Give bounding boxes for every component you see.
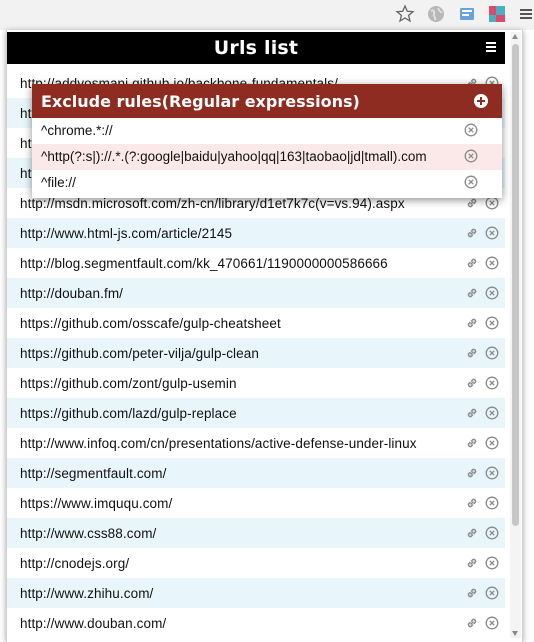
rules-list: ^chrome.*:// ^http(?:s|)://.*.(?:google|b… — [32, 118, 502, 196]
url-link[interactable]: http://www.css88.com/ — [20, 526, 156, 541]
link-icon[interactable] — [465, 496, 479, 510]
url-row: https://github.com/lazd/gulp-replace — [7, 398, 505, 428]
rules-header: Exclude rules(Regular expressions) — [32, 84, 502, 118]
remove-url-icon[interactable] — [485, 376, 499, 390]
url-row: http://cnodejs.org/ — [7, 548, 505, 578]
exclude-rules-panel: Exclude rules(Regular expressions) ^chro… — [32, 84, 502, 198]
popup-header: Urls list — [7, 32, 505, 64]
url-link[interactable]: http://blog.segmentfault.com/kk_470661/1… — [20, 256, 388, 271]
scrollbar-thumb[interactable] — [512, 44, 519, 526]
url-row: https://github.com/zont/gulp-usemin — [7, 368, 505, 398]
url-link[interactable]: http://segmentfault.com/ — [20, 466, 166, 481]
link-icon[interactable] — [465, 616, 479, 630]
scrollbar[interactable] — [510, 32, 521, 638]
remove-url-icon[interactable] — [485, 556, 499, 570]
remove-url-icon[interactable] — [485, 256, 499, 270]
remove-rule-icon[interactable] — [464, 149, 478, 163]
remove-rule-icon[interactable] — [464, 123, 478, 137]
link-icon[interactable] — [465, 346, 479, 360]
link-icon[interactable] — [465, 556, 479, 570]
remove-url-icon[interactable] — [485, 496, 499, 510]
link-icon[interactable] — [465, 526, 479, 540]
url-link[interactable]: https://github.com/zont/gulp-usemin — [20, 376, 237, 391]
remove-url-icon[interactable] — [485, 346, 499, 360]
remove-url-icon[interactable] — [485, 616, 499, 630]
link-icon[interactable] — [465, 376, 479, 390]
remove-url-icon[interactable] — [485, 226, 499, 240]
rule-row[interactable]: ^http(?:s|)://.*.(?:google|baidu|yahoo|q… — [32, 144, 502, 170]
hamburger-menu-icon[interactable] — [486, 42, 498, 54]
page-icon[interactable] — [456, 3, 478, 25]
url-row: http://blog.segmentfault.com/kk_470661/1… — [7, 248, 505, 278]
remove-rule-icon[interactable] — [464, 175, 478, 189]
remove-url-icon[interactable] — [485, 466, 499, 480]
link-icon[interactable] — [465, 316, 479, 330]
remove-url-icon[interactable] — [485, 316, 499, 330]
url-link[interactable]: https://github.com/peter-vilja/gulp-clea… — [20, 346, 259, 361]
url-row: http://www.css88.com/ — [7, 518, 505, 548]
url-row: http://segmentfault.com/ — [7, 458, 505, 488]
link-icon[interactable] — [465, 226, 479, 240]
rule-row[interactable]: ^chrome.*:// — [32, 118, 502, 144]
remove-url-icon[interactable] — [485, 436, 499, 450]
url-row: http://douban.fm/ — [7, 278, 505, 308]
page-title: Urls list — [213, 37, 299, 59]
scroll-up-arrow-icon[interactable] — [512, 34, 518, 39]
remove-url-icon[interactable] — [485, 286, 499, 300]
url-row: https://www.imququ.com/ — [7, 488, 505, 518]
url-link[interactable]: https://www.imququ.com/ — [20, 496, 172, 511]
browser-toolbar — [0, 0, 534, 30]
url-link[interactable]: http://www.zhihu.com/ — [20, 586, 153, 601]
remove-url-icon[interactable] — [485, 526, 499, 540]
url-link[interactable]: https://github.com/osscafe/gulp-cheatshe… — [20, 316, 281, 331]
url-link[interactable]: http://www.infoq.com/cn/presentations/ac… — [20, 436, 417, 451]
rule-text[interactable]: ^http(?:s|)://.*.(?:google|baidu|yahoo|q… — [41, 149, 427, 164]
scroll-down-arrow-icon[interactable] — [512, 631, 518, 636]
rule-row[interactable]: ^file:// — [32, 170, 502, 196]
remove-url-icon[interactable] — [485, 586, 499, 600]
url-row: https://github.com/peter-vilja/gulp-clea… — [7, 338, 505, 368]
star-icon[interactable] — [394, 3, 416, 25]
link-icon[interactable] — [465, 466, 479, 480]
add-rule-button[interactable] — [474, 94, 488, 108]
link-icon[interactable] — [465, 436, 479, 450]
link-icon[interactable] — [465, 406, 479, 420]
globe-icon[interactable] — [425, 3, 447, 25]
remove-url-icon[interactable] — [485, 196, 499, 210]
url-link[interactable]: http://www.html-js.com/article/2145 — [20, 226, 232, 241]
extension-icon[interactable] — [486, 3, 508, 25]
url-link[interactable]: http://www.douban.com/ — [20, 616, 166, 631]
remove-url-icon[interactable] — [485, 406, 499, 420]
url-row: http://www.infoq.com/cn/presentations/ac… — [7, 428, 505, 458]
url-link[interactable]: https://github.com/lazd/gulp-replace — [20, 406, 237, 421]
url-link[interactable]: http://cnodejs.org/ — [20, 556, 129, 571]
url-row: http://www.html-js.com/article/2145 — [7, 218, 505, 248]
url-row: https://github.com/osscafe/gulp-cheatshe… — [7, 308, 505, 338]
rule-text[interactable]: ^file:// — [41, 175, 76, 190]
rules-title: Exclude rules(Regular expressions) — [41, 91, 360, 111]
url-link[interactable]: http://douban.fm/ — [20, 286, 123, 301]
link-icon[interactable] — [465, 196, 479, 210]
link-icon[interactable] — [465, 256, 479, 270]
url-row: http://www.zhihu.com/ — [7, 578, 505, 608]
link-icon[interactable] — [465, 586, 479, 600]
menu-icon[interactable] — [515, 3, 534, 25]
rule-text[interactable]: ^chrome.*:// — [41, 123, 113, 138]
link-icon[interactable] — [465, 286, 479, 300]
url-row: http://www.douban.com/ — [7, 608, 505, 638]
